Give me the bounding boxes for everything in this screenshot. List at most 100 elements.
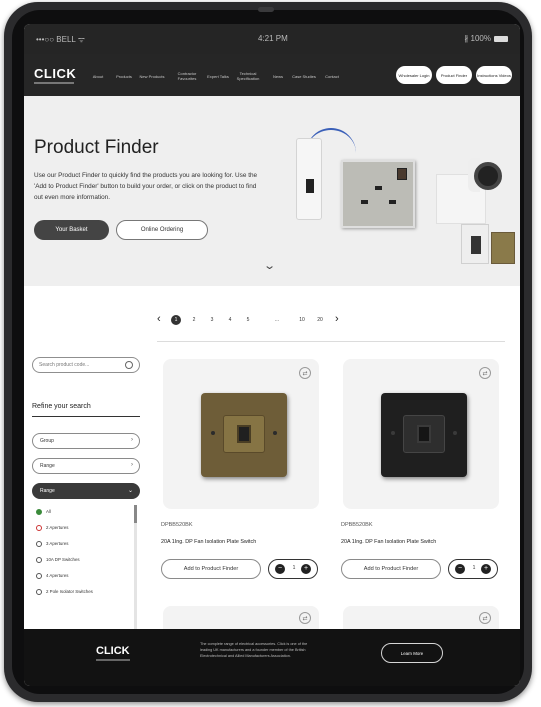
screw — [391, 431, 395, 435]
compare-icon[interactable]: ⇄ — [479, 367, 491, 379]
options-scroll-thumb[interactable] — [134, 505, 137, 523]
wholesaler-login-button[interactable]: Wholesaler Login — [396, 66, 432, 84]
chevron-right-icon: › — [131, 462, 133, 468]
minus-icon[interactable]: − — [275, 564, 285, 574]
page-link-3[interactable]: 3 — [207, 315, 217, 325]
product-card[interactable]: ⇄ DPBB520BK 20A 1Ing. DP Fan Isolation P… — [157, 359, 321, 603]
nav-link-about[interactable]: About — [84, 64, 112, 88]
filter-option[interactable]: 2 Pole Isolator Switches — [36, 589, 128, 595]
brass-plate-image — [491, 232, 515, 264]
screen: •••○○ BELL ᯤ 4:21 PM ∦ 100% CLICK About … — [24, 24, 520, 686]
option-label: 10A DP Switches — [46, 557, 80, 562]
online-ordering-button[interactable]: Online Ordering — [116, 220, 208, 240]
screw — [453, 431, 457, 435]
filter-option[interactable]: 4 Apertures — [36, 573, 128, 579]
pagination-divider — [157, 341, 505, 342]
footer-logo[interactable]: CLICK — [96, 645, 130, 657]
radio-icon — [36, 525, 42, 531]
radio-icon — [36, 557, 42, 563]
learn-more-button[interactable]: Learn More — [381, 643, 443, 663]
add-to-product-finder-button[interactable]: Add to Product Finder — [341, 559, 441, 579]
filter-option[interactable]: All — [36, 509, 128, 515]
socket-toggle — [397, 168, 407, 180]
product-card[interactable]: ⇄ DPBB520BK 20A 1Ing. DP Fan Isolation P… — [337, 359, 501, 603]
search-input[interactable]: Search product code... — [32, 357, 140, 373]
page-link-1[interactable]: 1 — [171, 315, 181, 325]
refine-divider — [32, 416, 140, 417]
radio-icon — [36, 509, 42, 515]
filter-label: Group — [40, 438, 54, 444]
breaker-switch — [306, 179, 314, 193]
nav-link-products[interactable]: Products — [110, 64, 138, 88]
quantity-stepper[interactable]: − 1 + — [268, 559, 318, 579]
product-name[interactable]: 20A 1Ing. DP Fan Isolation Plate Switch — [341, 539, 497, 545]
product-name[interactable]: 20A 1Ing. DP Fan Isolation Plate Switch — [161, 539, 317, 545]
nav-link-case-studies[interactable]: Case Studies — [290, 64, 318, 88]
filter-range-dropdown[interactable]: Range › — [32, 458, 140, 474]
filter-option[interactable]: 2 Apertures — [36, 525, 128, 531]
option-label: 4 Apertures — [46, 573, 69, 578]
front-camera — [258, 7, 274, 12]
pagination-next-icon[interactable]: › — [335, 313, 339, 325]
footer-logo-underline — [96, 659, 130, 661]
compare-icon[interactable]: ⇄ — [299, 612, 311, 624]
nav-link-new-products[interactable]: New Products — [138, 64, 166, 88]
filter-option[interactable]: 10A DP Switches — [36, 557, 128, 563]
status-bar: •••○○ BELL ᯤ 4:21 PM ∦ 100% — [24, 24, 520, 54]
page-link-20[interactable]: 20 — [315, 315, 325, 325]
nav-link-contractor-favourites[interactable]: Contractor Favourites — [170, 64, 204, 88]
page-link-5[interactable]: 5 — [243, 315, 253, 325]
switch-rocker — [471, 236, 481, 254]
product-image[interactable]: ⇄ — [163, 359, 319, 509]
filter-sidebar: Search product code... Refine your searc… — [32, 357, 146, 657]
page-title: Product Finder — [34, 137, 159, 158]
nav-link-contact[interactable]: Contact — [318, 64, 346, 88]
hero-product-image — [286, 128, 516, 268]
footer-description: The complete range of electrical accesso… — [200, 642, 308, 658]
product-finder-button[interactable]: Product Finder — [436, 66, 472, 84]
filter-range-dropdown-open[interactable]: Range ⌄ — [32, 483, 140, 499]
filter-label: Range — [40, 463, 55, 469]
filter-option[interactable]: 3 Apertures — [36, 541, 128, 547]
filter-label: Range — [40, 488, 55, 494]
plus-icon[interactable]: + — [301, 564, 311, 574]
filter-options-list: All 2 Apertures 3 Apertures 10A DP Switc… — [32, 505, 140, 635]
search-icon[interactable] — [125, 361, 133, 369]
switch-rocker — [417, 425, 431, 443]
plus-icon[interactable]: + — [481, 564, 491, 574]
radio-icon — [36, 573, 42, 579]
quantity-value: 1 — [292, 565, 296, 571]
page-link-2[interactable]: 2 — [189, 315, 199, 325]
pagination: ‹ 1 2 3 4 5 ... 10 20 › — [157, 312, 367, 328]
product-sku: DPBB520BK — [341, 522, 373, 528]
quantity-value: 1 — [472, 565, 476, 571]
minus-icon[interactable]: − — [455, 564, 465, 574]
compare-icon[interactable]: ⇄ — [479, 612, 491, 624]
instructions-videos-button[interactable]: Instructions Videos — [476, 66, 512, 84]
product-image[interactable]: ⇄ — [343, 359, 499, 509]
pagination-prev-icon[interactable]: ‹ — [157, 313, 161, 325]
brass-switch-plate — [201, 393, 287, 477]
battery-icon — [494, 35, 508, 42]
screw — [273, 431, 277, 435]
status-time: 4:21 PM — [258, 34, 288, 43]
options-scrollbar[interactable] — [134, 505, 137, 633]
option-label: 2 Apertures — [46, 525, 69, 530]
nav-link-expert-talks[interactable]: Expert Talks — [204, 64, 232, 88]
add-to-product-finder-button[interactable]: Add to Product Finder — [161, 559, 261, 579]
chevron-down-icon[interactable]: ⌄ — [263, 259, 276, 272]
quantity-stepper[interactable]: − 1 + — [448, 559, 498, 579]
page-link-4[interactable]: 4 — [225, 315, 235, 325]
nav-link-technical-specification[interactable]: Technical Specification — [230, 64, 266, 88]
product-sku: DPBB520BK — [161, 522, 193, 528]
page-link-10[interactable]: 10 — [297, 315, 307, 325]
compare-icon[interactable]: ⇄ — [299, 367, 311, 379]
nav-link-news[interactable]: News — [264, 64, 292, 88]
circuit-breaker-image — [296, 138, 322, 220]
search-placeholder: Search product code... — [39, 362, 90, 368]
filter-group-dropdown[interactable]: Group › — [32, 433, 140, 449]
click-logo[interactable]: CLICK — [34, 66, 76, 81]
your-basket-button[interactable]: Your Basket — [34, 220, 109, 240]
chevron-down-icon: ⌄ — [127, 488, 133, 494]
switch-inner — [403, 415, 445, 453]
